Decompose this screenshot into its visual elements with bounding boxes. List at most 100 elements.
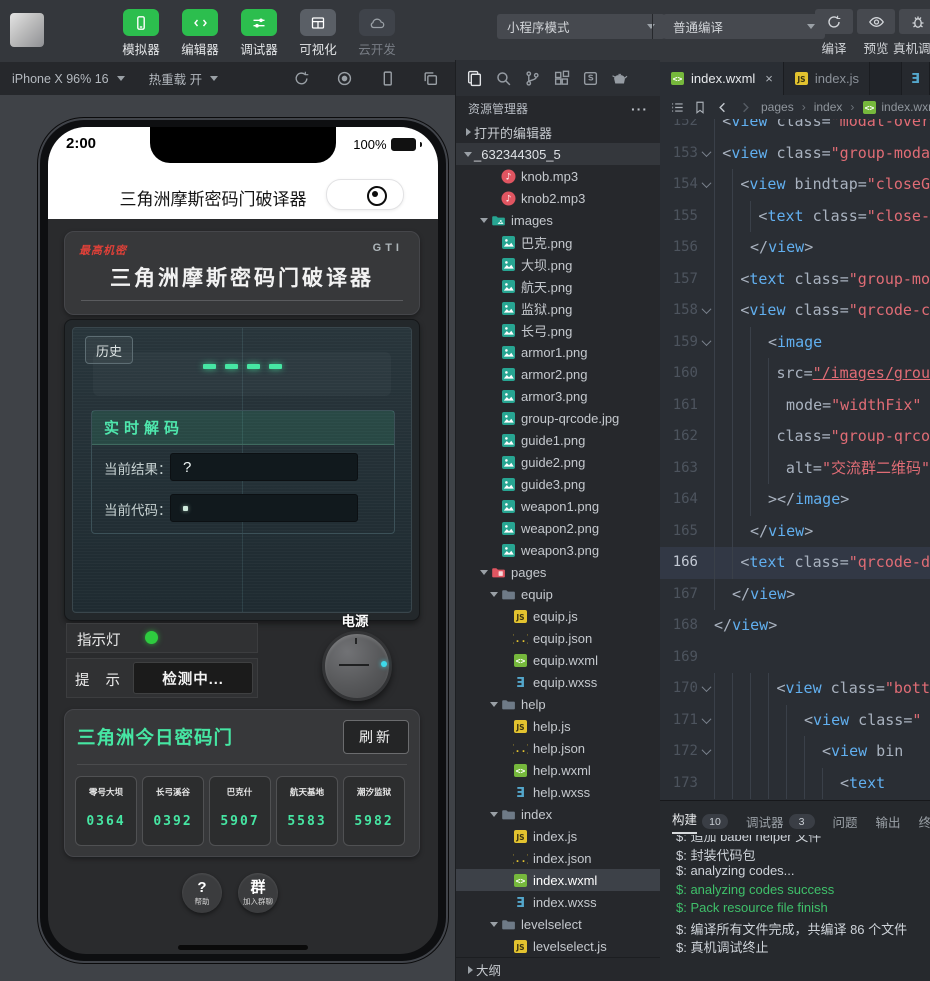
tree-item-help.js[interactable]: JShelp.js — [456, 715, 660, 737]
tree-item-index.wxml[interactable]: <>index.wxml — [456, 869, 660, 891]
editor-tab-index.wxml[interactable]: <>index.wxml× — [660, 62, 784, 95]
store-icon[interactable] — [582, 70, 599, 87]
tree-item-guide1.png[interactable]: guide1.png — [456, 429, 660, 451]
nav-button-可视化[interactable]: 可视化 — [295, 9, 341, 58]
fold-chevron-icon[interactable] — [698, 138, 714, 170]
fold-chevron-icon[interactable] — [698, 673, 714, 705]
tree-item-help.wxml[interactable]: <>help.wxml — [456, 759, 660, 781]
tree-item-index.json[interactable]: {..}index.json — [456, 847, 660, 869]
code-line-155[interactable]: 155<text class="close- — [660, 201, 930, 233]
breadcrumb-item[interactable]: index — [814, 100, 843, 114]
tree-item-help.json[interactable]: {..}help.json — [456, 737, 660, 759]
fold-chevron-icon[interactable] — [698, 169, 714, 201]
code-line-152[interactable]: 152<view class="modal-over — [660, 119, 930, 138]
tree-item-weapon3.png[interactable]: weapon3.png — [456, 539, 660, 561]
tree-item-equip.wxss[interactable]: Ǝequip.wxss — [456, 671, 660, 693]
panel-tab-输出[interactable]: 输出 — [876, 812, 901, 831]
hot-reload-select[interactable]: 热重载 开 — [137, 62, 230, 95]
tree-item-equip.json[interactable]: {..}equip.json — [456, 627, 660, 649]
close-icon[interactable]: × — [765, 71, 773, 86]
nav-back-icon[interactable] — [715, 100, 730, 115]
tree-item-armor3.png[interactable]: armor3.png — [456, 385, 660, 407]
refresh-button[interactable]: 刷新 — [343, 720, 409, 754]
restart-icon[interactable] — [293, 70, 310, 87]
code-line-169[interactable]: 169 — [660, 642, 930, 674]
code-line-154[interactable]: 154<view bindtap="closeG — [660, 169, 930, 201]
code-line-170[interactable]: 170<view class="bott — [660, 673, 930, 705]
panel-tab-调试器[interactable]: 调试器3 — [746, 812, 815, 831]
code-line-159[interactable]: 159<image — [660, 327, 930, 359]
more-actions-icon[interactable]: ··· — [631, 101, 648, 117]
avatar[interactable] — [10, 13, 44, 47]
device-select[interactable]: iPhone X 96% 16 — [0, 62, 137, 95]
tree-item-大坝.png[interactable]: 大坝.png — [456, 253, 660, 275]
help-button[interactable]: ? 帮助 — [182, 873, 222, 913]
device-frame-icon[interactable] — [379, 70, 396, 87]
tree-item-pages[interactable]: pages — [456, 561, 660, 583]
power-knob[interactable] — [322, 631, 392, 701]
tree-item-打开的编辑器[interactable]: 打开的编辑器 — [456, 121, 660, 143]
tree-item-index[interactable]: index — [456, 803, 660, 825]
code-line-167[interactable]: 167</view> — [660, 579, 930, 611]
editor-tab-clipped[interactable]: Ǝ — [901, 62, 930, 95]
capsule-button[interactable] — [326, 179, 404, 210]
code-line-166[interactable]: 166<text class="qrcode-d — [660, 547, 930, 579]
tree-item-knob.mp3[interactable]: ♪knob.mp3 — [456, 165, 660, 187]
fold-chevron-icon[interactable] — [698, 295, 714, 327]
panel-tab-终端[interactable]: 终端 — [919, 812, 930, 831]
code-line-157[interactable]: 157<text class="group-mo — [660, 264, 930, 296]
tree-item-images[interactable]: images — [456, 209, 660, 231]
breadcrumb[interactable]: pages›index›<>index.wxml — [660, 95, 930, 119]
nav-button-模拟器[interactable]: 模拟器 — [118, 9, 164, 58]
outline-list-icon[interactable] — [670, 100, 685, 115]
code-line-163[interactable]: 163alt="交流群二维码" — [660, 453, 930, 485]
action-button-预览[interactable]: 预览 — [857, 9, 895, 57]
separate-window-icon[interactable] — [422, 70, 439, 87]
tree-item-guide3.png[interactable]: guide3.png — [456, 473, 660, 495]
tree-item-knob2.mp3[interactable]: ♪knob2.mp3 — [456, 187, 660, 209]
tree-item-index.js[interactable]: JSindex.js — [456, 825, 660, 847]
code-line-160[interactable]: 160src="/images/grou — [660, 358, 930, 390]
record-icon[interactable] — [336, 70, 353, 87]
code-line-161[interactable]: 161mode="widthFix" — [660, 390, 930, 422]
code-line-165[interactable]: 165</view> — [660, 516, 930, 548]
tree-item-巴克.png[interactable]: 巴克.png — [456, 231, 660, 253]
home-indicator[interactable] — [178, 945, 308, 950]
extensions-icon[interactable] — [553, 70, 570, 87]
tree-item-长弓.png[interactable]: 长弓.png — [456, 319, 660, 341]
files-icon[interactable] — [466, 70, 483, 87]
tree-item-armor1.png[interactable]: armor1.png — [456, 341, 660, 363]
code-line-171[interactable]: 171<view class=" — [660, 705, 930, 737]
tree-item-guide2.png[interactable]: guide2.png — [456, 451, 660, 473]
code-editor[interactable]: 152<view class="modal-over153<view class… — [660, 119, 930, 800]
breadcrumb-item[interactable]: pages — [761, 100, 794, 114]
tree-item-help.wxss[interactable]: Ǝhelp.wxss — [456, 781, 660, 803]
tree-item-equip[interactable]: equip — [456, 583, 660, 605]
action-button-真机调试[interactable]: 真机调试 — [899, 9, 930, 57]
tree-item-监狱.png[interactable]: 监狱.png — [456, 297, 660, 319]
panel-tab-问题[interactable]: 问题 — [833, 812, 858, 831]
tree-item-group-qrcode.jpg[interactable]: group-qrcode.jpg — [456, 407, 660, 429]
tree-item-help[interactable]: help — [456, 693, 660, 715]
tree-item-levelselect[interactable]: levelselect — [456, 913, 660, 935]
fold-chevron-icon[interactable] — [698, 736, 714, 768]
code-line-153[interactable]: 153<view class="group-moda — [660, 138, 930, 170]
code-line-162[interactable]: 162class="group-qrco — [660, 421, 930, 453]
tree-item-weapon2.png[interactable]: weapon2.png — [456, 517, 660, 539]
code-line-158[interactable]: 158<view class="qrcode-c — [660, 295, 930, 327]
tree-item-index.wxss[interactable]: Ǝindex.wxss — [456, 891, 660, 913]
tree-item-equip.wxml[interactable]: <>equip.wxml — [456, 649, 660, 671]
code-line-156[interactable]: 156</view> — [660, 232, 930, 264]
bookmark-icon[interactable] — [693, 100, 707, 115]
code-line-172[interactable]: 172<view bin — [660, 736, 930, 768]
tree-item-levelselect.js[interactable]: JSlevelselect.js — [456, 935, 660, 957]
tree-item-equip.js[interactable]: JSequip.js — [456, 605, 660, 627]
breadcrumb-file[interactable]: <>index.wxml — [862, 100, 930, 115]
nav-button-编辑器[interactable]: 编辑器 — [177, 9, 223, 58]
fold-chevron-icon[interactable] — [698, 705, 714, 737]
outline-section[interactable]: 大纲 — [456, 957, 660, 981]
git-branch-icon[interactable] — [524, 70, 541, 87]
compile-mode-select[interactable]: 普通编译 — [663, 14, 825, 39]
fold-chevron-icon[interactable] — [698, 327, 714, 359]
search-icon[interactable] — [495, 70, 512, 87]
